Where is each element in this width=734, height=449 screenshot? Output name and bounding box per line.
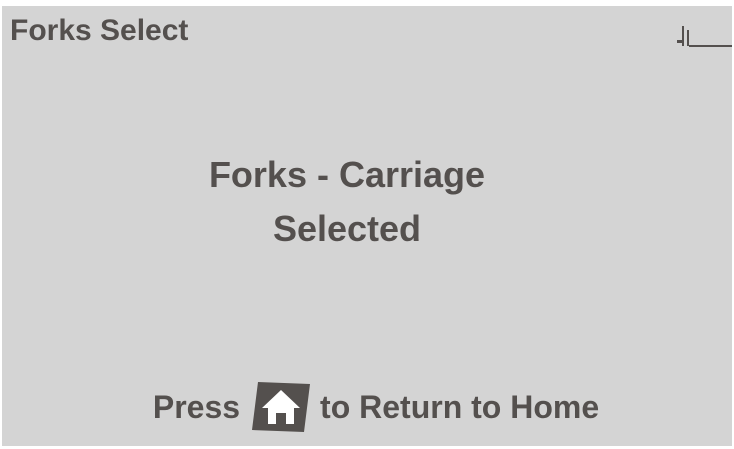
message-line-2: Selected: [272, 208, 422, 249]
home-icon: [252, 382, 311, 432]
status-message: Forks - Carriage Selected: [2, 148, 692, 256]
screen-title: Forks Select: [10, 14, 189, 47]
return-home-label: to Return to Home: [320, 388, 600, 425]
display-screen: Forks Select Forks - Carriage Selected P…: [2, 6, 732, 446]
mast-fork-icon: [677, 26, 732, 47]
home-button[interactable]: [250, 380, 312, 434]
message-line-1: Forks - Carriage: [208, 154, 486, 195]
return-home-instruction: Press to Return to Home: [2, 380, 734, 434]
press-label: Press: [152, 388, 241, 425]
